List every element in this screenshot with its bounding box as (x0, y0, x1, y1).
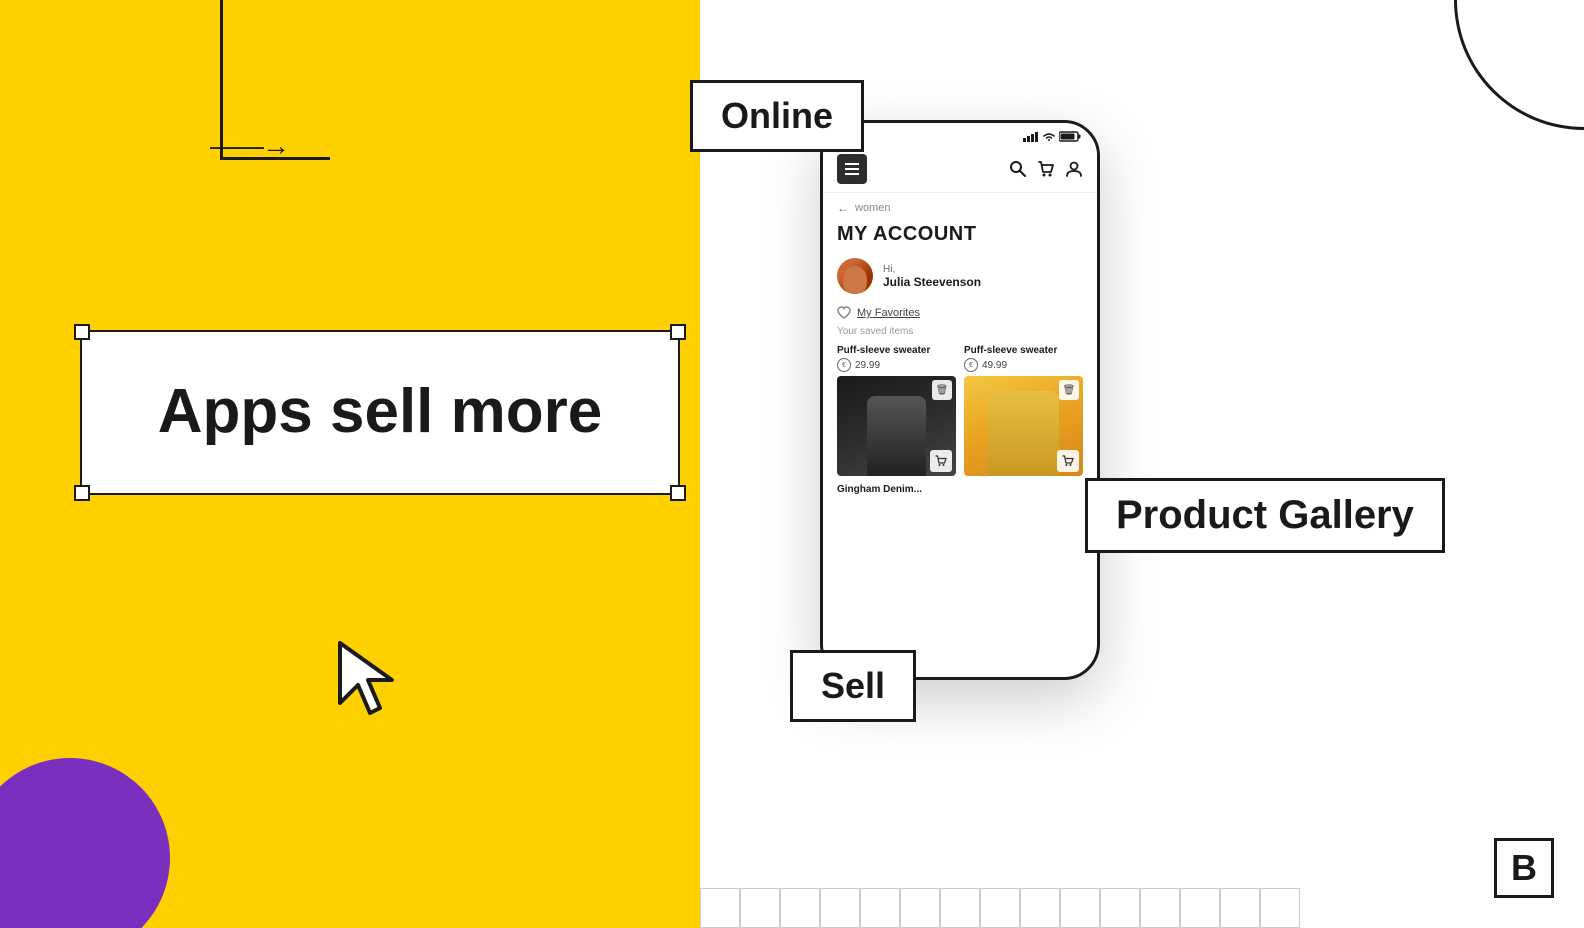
signal-icon (1023, 132, 1039, 142)
grid-cell (700, 888, 740, 928)
cart-icon[interactable] (1037, 160, 1055, 178)
avatar-face (843, 266, 867, 294)
saved-items-label: Your saved items (837, 326, 1083, 337)
grid-cell (1020, 888, 1060, 928)
resize-handle-bl[interactable] (74, 485, 90, 501)
product-partial-row: Gingham Denim... (837, 484, 1083, 495)
grid-cell (1100, 888, 1140, 928)
resize-handle-tr[interactable] (670, 324, 686, 340)
grid-cell (1260, 888, 1300, 928)
product-image-2: 🗑 (964, 376, 1083, 476)
resize-handle-tl[interactable] (74, 324, 90, 340)
product-image-1: 🗑 (837, 376, 956, 476)
product-price-row-2: € 49.99 (964, 358, 1083, 372)
favorites-link[interactable]: My Favorites (857, 307, 920, 319)
add-to-cart-button-2[interactable] (1057, 450, 1079, 472)
grid-cell (820, 888, 860, 928)
sell-text: Sell (821, 665, 885, 706)
grid-cell (780, 888, 820, 928)
search-icon[interactable] (1009, 160, 1027, 178)
deco-arc-top-right (1454, 0, 1584, 130)
currency-symbol-2: € (964, 358, 978, 372)
header-icons (1009, 160, 1083, 178)
resize-handle-br[interactable] (670, 485, 686, 501)
phone-frame: 9:41 (820, 120, 1100, 680)
grid-cell (1220, 888, 1260, 928)
product-price-1: 29.99 (855, 360, 880, 371)
breadcrumb: ← women (837, 201, 1083, 215)
product-card-1[interactable]: Puff-sleeve sweater € 29.99 🗑 (837, 345, 956, 476)
delete-button-2[interactable]: 🗑 (1059, 380, 1079, 400)
grid-cell (740, 888, 780, 928)
user-info-row: Hi, Julia Steevenson (837, 258, 1083, 294)
bottom-grid-row (700, 888, 1300, 928)
account-title: MY ACCOUNT (837, 223, 1083, 246)
user-icon[interactable] (1065, 160, 1083, 178)
breadcrumb-text: women (855, 202, 890, 214)
hamburger-line (845, 173, 859, 175)
cart-small-icon (1062, 455, 1074, 467)
b-logo-text: B (1511, 847, 1537, 889)
cursor-icon (330, 633, 410, 728)
product-name-1: Puff-sleeve sweater (837, 345, 956, 356)
heart-icon (837, 306, 851, 320)
grid-cell (1180, 888, 1220, 928)
grid-cell (1140, 888, 1180, 928)
hamburger-button[interactable] (837, 154, 867, 184)
phone-header (823, 146, 1097, 193)
grid-cell (980, 888, 1020, 928)
partial-product-name: Gingham Denim... (837, 484, 1083, 495)
battery-icon (1059, 131, 1081, 142)
product-price-2: 49.99 (982, 360, 1007, 371)
products-grid: Puff-sleeve sweater € 29.99 🗑 (837, 345, 1083, 476)
user-hi-label: Hi, (883, 264, 981, 275)
delete-button-1[interactable]: 🗑 (932, 380, 952, 400)
label-sell: Sell (790, 650, 916, 722)
user-details: Hi, Julia Steevenson (883, 264, 981, 289)
phone-mockup: 9:41 (820, 120, 1100, 680)
purple-circle-decoration (0, 758, 170, 928)
product-price-row-1: € 29.99 (837, 358, 956, 372)
online-text: Online (721, 95, 833, 136)
status-icons (1023, 131, 1081, 142)
favorites-row[interactable]: My Favorites (837, 306, 1083, 320)
hamburger-line (845, 163, 859, 165)
label-online: Online (690, 80, 864, 152)
wifi-icon (1043, 132, 1055, 142)
grid-cell (900, 888, 940, 928)
add-to-cart-button-1[interactable] (930, 450, 952, 472)
product-gallery-text: Product Gallery (1116, 493, 1414, 537)
text-box-container[interactable]: Apps sell more (80, 330, 680, 495)
currency-symbol-1: € (837, 358, 851, 372)
status-bar: 9:41 (823, 123, 1097, 146)
label-product-gallery: Product Gallery (1085, 478, 1445, 553)
arrow-decoration: ——→ (210, 130, 288, 162)
avatar (837, 258, 873, 294)
cart-small-icon (935, 455, 947, 467)
phone-content: ← women MY ACCOUNT Hi, Julia Steevenson (823, 193, 1097, 667)
left-yellow-section: ——→ Apps sell more (0, 0, 700, 928)
user-name: Julia Steevenson (883, 275, 981, 289)
grid-cell (860, 888, 900, 928)
breadcrumb-arrow-icon: ← (837, 201, 849, 215)
product-card-2[interactable]: Puff-sleeve sweater € 49.99 🗑 (964, 345, 1083, 476)
b-logo: B (1494, 838, 1554, 898)
main-heading: Apps sell more (158, 378, 602, 446)
grid-cell (1060, 888, 1100, 928)
product-name-2: Puff-sleeve sweater (964, 345, 1083, 356)
grid-cell (940, 888, 980, 928)
hamburger-line (845, 168, 859, 170)
